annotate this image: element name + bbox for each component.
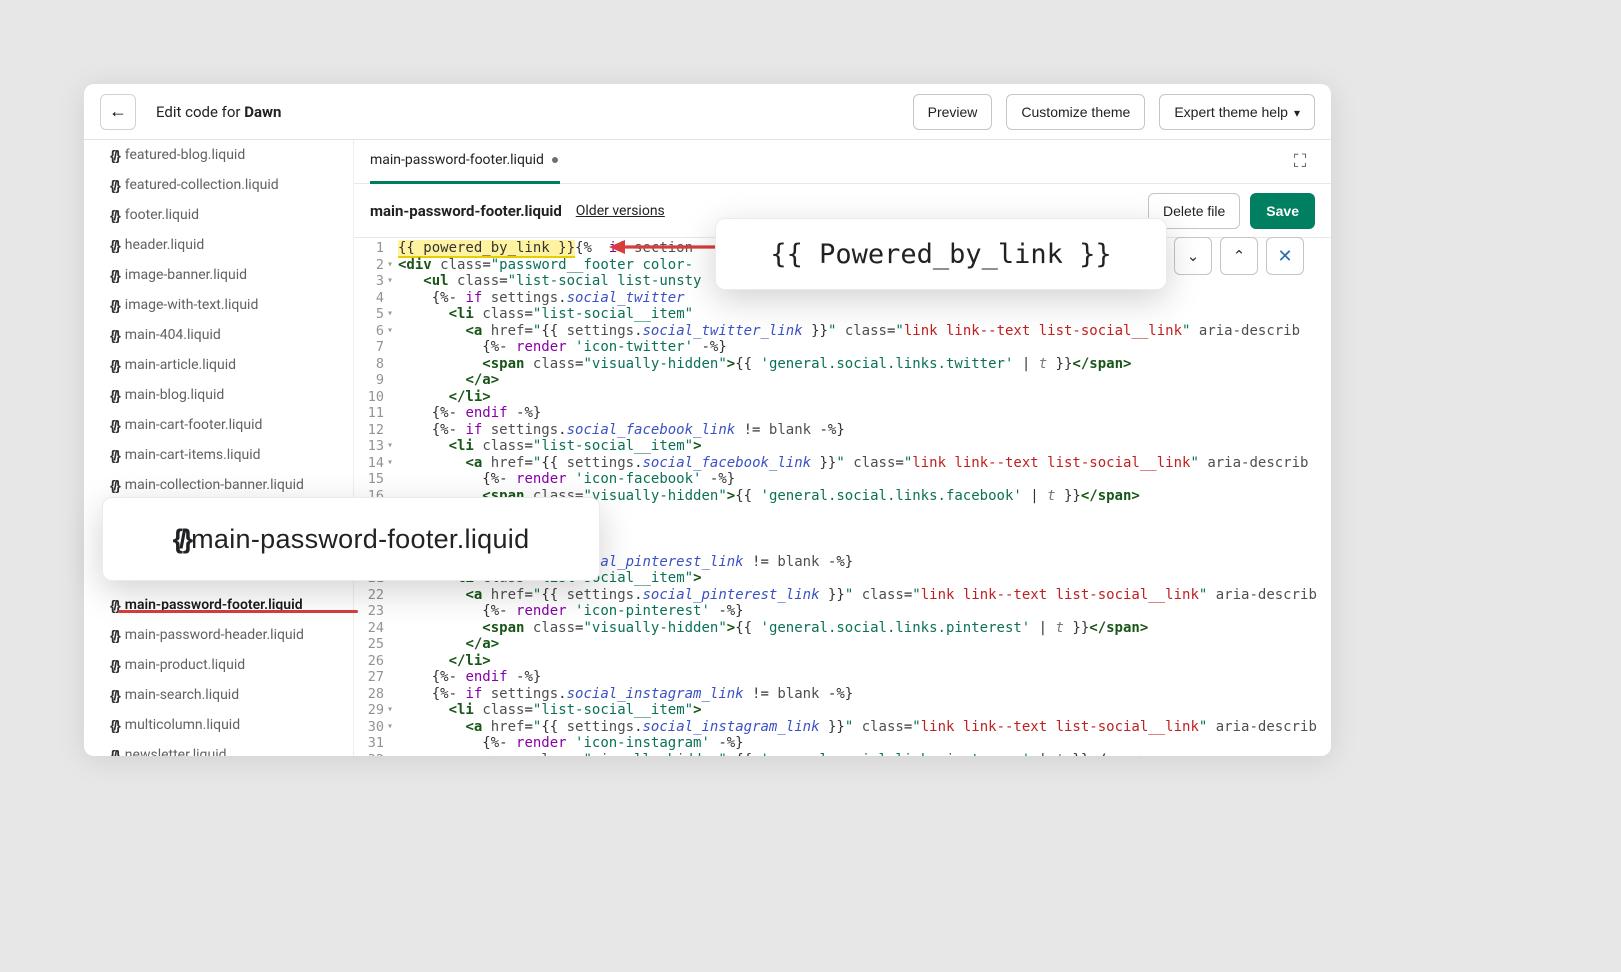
sidebar-item-label: newsletter.liquid (125, 747, 227, 756)
save-button[interactable]: Save (1250, 193, 1315, 229)
sidebar-item-label: main-404.liquid (125, 327, 221, 343)
liquid-file-icon: {/} (110, 147, 119, 163)
sidebar-item-label: main-product.liquid (125, 657, 245, 673)
sidebar-item[interactable]: {/} main-search.liquid (84, 680, 353, 710)
sidebar-item[interactable]: {/} multicolumn.liquid (84, 710, 353, 740)
expert-help-label: Expert theme help (1174, 104, 1288, 120)
callout-filename: {/}main-password-footer.liquid (102, 497, 600, 581)
liquid-file-icon: {/} (110, 207, 119, 223)
liquid-file-icon: {/} (110, 237, 119, 253)
sidebar-item[interactable]: {/} image-with-text.liquid (84, 290, 353, 320)
liquid-file-icon: {/} (110, 687, 119, 703)
sidebar-item-label: main-search.liquid (125, 687, 239, 703)
sidebar-item-label: image-with-text.liquid (125, 297, 259, 313)
tab-label: main-password-footer.liquid (370, 152, 544, 168)
code-editor-window: ← Edit code for Dawn Preview Customize t… (84, 84, 1331, 756)
liquid-file-icon: {/} (110, 657, 119, 673)
tab-active[interactable]: main-password-footer.liquid (370, 140, 560, 184)
popout-icon[interactable]: ⛶ (1285, 147, 1315, 177)
sidebar-item-label: featured-collection.liquid (125, 177, 279, 193)
open-file-name: main-password-footer.liquid (370, 202, 562, 220)
unsaved-dot-icon (552, 157, 558, 163)
liquid-file-icon: {/} (110, 297, 119, 313)
liquid-file-icon: {/} (110, 627, 119, 643)
liquid-file-icon: {/} (110, 417, 119, 433)
sidebar-item-label: main-collection-banner.liquid (125, 477, 304, 493)
sidebar-item[interactable]: {/} main-cart-footer.liquid (84, 410, 353, 440)
sidebar-item[interactable]: {/} footer.liquid (84, 200, 353, 230)
file-tree-sidebar[interactable]: {/} featured-blog.liquid {/} featured-colle… (84, 140, 354, 756)
liquid-file-icon: {/} (110, 387, 119, 403)
sidebar-item[interactable]: {/} image-banner.liquid (84, 260, 353, 290)
tab-bar: main-password-footer.liquid ⛶ (354, 140, 1331, 184)
liquid-file-icon: {/} (110, 747, 119, 756)
close-search-button[interactable]: ✕ (1266, 237, 1304, 275)
sidebar-item[interactable]: {/} featured-blog.liquid (84, 140, 353, 170)
sidebar-item[interactable]: {/} newsletter.liquid (84, 740, 353, 756)
expert-help-button[interactable]: Expert theme help (1159, 94, 1315, 130)
liquid-file-icon: {/} (110, 477, 119, 493)
chevron-down-icon: ⌄ (1187, 247, 1200, 265)
theme-name: Dawn (244, 103, 281, 121)
liquid-file-icon: {/} (110, 717, 119, 733)
sidebar-item-label: main-article.liquid (125, 357, 236, 373)
sidebar-item[interactable]: {/} featured-collection.liquid (84, 170, 353, 200)
sidebar-item-label: footer.liquid (125, 207, 199, 223)
preview-button[interactable]: Preview (913, 94, 993, 130)
close-icon: ✕ (1277, 246, 1292, 267)
liquid-file-icon: {/} (110, 327, 119, 343)
liquid-file-icon: {/} (110, 357, 119, 373)
annotation-arrow (609, 235, 719, 259)
sidebar-item[interactable]: {/} main-article.liquid (84, 350, 353, 380)
sidebar-item[interactable]: {/} main-collection-banner.liquid (84, 470, 353, 500)
callout-filename-text: main-password-footer.liquid (191, 524, 529, 555)
sidebar-item-label: multicolumn.liquid (125, 717, 240, 733)
sidebar-item[interactable]: {/}main-password-footer.liquid (84, 590, 353, 620)
sidebar-item-label: image-banner.liquid (125, 267, 247, 283)
arrow-left-icon: ← (109, 101, 127, 122)
older-versions-link[interactable]: Older versions (576, 203, 665, 219)
highlight-underline (118, 610, 358, 613)
sidebar-item-label: header.liquid (125, 237, 204, 253)
sidebar-item[interactable]: {/} main-404.liquid (84, 320, 353, 350)
sidebar-item[interactable]: {/} main-password-header.liquid (84, 620, 353, 650)
back-button[interactable]: ← (100, 94, 136, 130)
search-nav-controls: ⌄ ⌃ ✕ (1174, 237, 1304, 275)
customize-theme-button[interactable]: Customize theme (1006, 94, 1145, 130)
liquid-file-icon: {/} (173, 524, 190, 555)
sidebar-item-label: main-password-header.liquid (125, 627, 304, 643)
chevron-up-icon: ⌃ (1233, 247, 1246, 265)
title-prefix: Edit code for (156, 103, 244, 121)
liquid-file-icon: {/} (110, 267, 119, 283)
sidebar-item-label: featured-blog.liquid (125, 147, 245, 163)
sidebar-item-label: main-cart-items.liquid (125, 447, 261, 463)
caret-down-icon (1294, 104, 1300, 120)
sidebar-item[interactable]: {/} main-blog.liquid (84, 380, 353, 410)
topbar: ← Edit code for Dawn Preview Customize t… (84, 84, 1331, 140)
next-match-button[interactable]: ⌄ (1174, 237, 1212, 275)
sidebar-item[interactable]: {/} main-product.liquid (84, 650, 353, 680)
sidebar-item[interactable]: {/} header.liquid (84, 230, 353, 260)
liquid-file-icon: {/} (110, 447, 119, 463)
sidebar-item-label: main-cart-footer.liquid (125, 417, 263, 433)
liquid-file-icon: {/} (110, 177, 119, 193)
prev-match-button[interactable]: ⌃ (1220, 237, 1258, 275)
callout-code: {{ Powered_by_link }} (715, 218, 1167, 290)
page-title: Edit code for Dawn (156, 103, 281, 121)
sidebar-item-label: main-blog.liquid (125, 387, 224, 403)
sidebar-item[interactable]: {/} main-cart-items.liquid (84, 440, 353, 470)
